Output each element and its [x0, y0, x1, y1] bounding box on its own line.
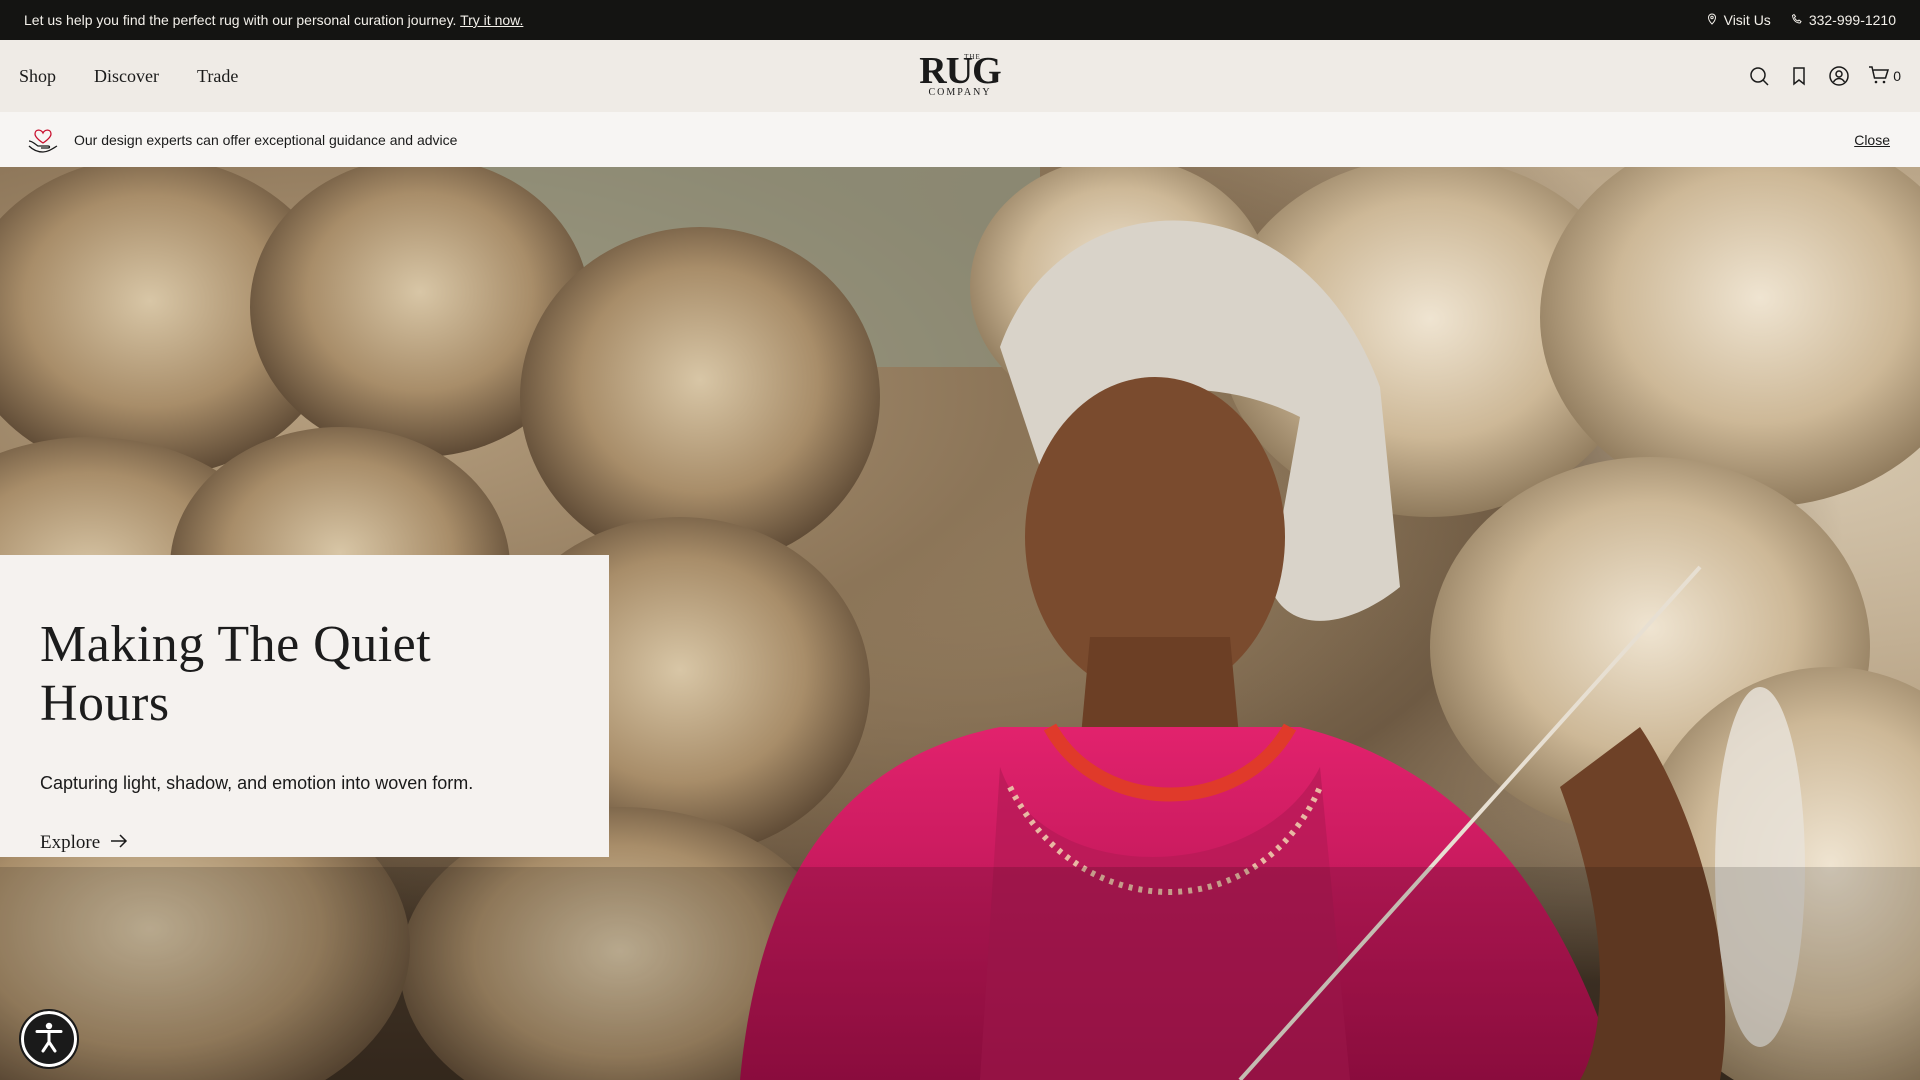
header-actions: 0 — [1748, 64, 1901, 89]
hero-card: Making The Quiet Hours Capturing light, … — [0, 555, 609, 857]
hero-subtitle: Capturing light, shadow, and emotion int… — [40, 773, 474, 793]
main-header: Shop Discover Trade THE RUG COMPANY 0 — [0, 40, 1920, 112]
accessibility-button[interactable] — [19, 1009, 79, 1069]
explore-label: Explore — [40, 832, 101, 853]
logo-the: THE — [964, 53, 981, 61]
advice-text: Our design experts can offer exceptional… — [74, 131, 458, 148]
phone-icon — [1791, 12, 1803, 28]
accessibility-icon — [31, 1019, 67, 1060]
advice-banner: Our design experts can offer exceptional… — [0, 112, 1920, 167]
heart-hand-icon — [26, 121, 60, 158]
location-pin-icon — [1706, 12, 1718, 28]
phone-link[interactable]: 332-999-1210 — [1791, 12, 1896, 28]
announcement-bar: Let us help you find the perfect rug wit… — [0, 0, 1920, 40]
nav-item-discover[interactable]: Discover — [94, 66, 159, 87]
close-advice-button[interactable]: Close — [1854, 132, 1890, 148]
announcement-message: Let us help you find the perfect rug wit… — [24, 12, 523, 28]
hero-title: Making The Quiet Hours — [40, 616, 432, 732]
search-icon[interactable] — [1748, 65, 1770, 87]
logo-rug: RUG — [919, 50, 1001, 92]
cart-button[interactable]: 0 — [1868, 64, 1901, 89]
cart-count: 0 — [1893, 68, 1901, 84]
visit-us-label: Visit Us — [1723, 12, 1771, 28]
arrow-right-icon — [110, 832, 128, 854]
logo-company: COMPANY — [928, 87, 992, 98]
site-logo[interactable]: THE RUG COMPANY — [919, 50, 1001, 98]
account-icon[interactable] — [1828, 65, 1850, 87]
announcement-text: Let us help you find the perfect rug wit… — [24, 12, 457, 28]
visit-us-link[interactable]: Visit Us — [1706, 12, 1771, 28]
phone-number: 332-999-1210 — [1808, 12, 1896, 28]
nav-item-shop[interactable]: Shop — [19, 66, 56, 87]
nav-item-trade[interactable]: Trade — [197, 66, 238, 87]
hero-section: Making The Quiet Hours Capturing light, … — [0, 167, 1920, 1080]
explore-link[interactable]: Explore — [40, 832, 569, 854]
cart-icon — [1868, 64, 1890, 89]
advice-content: Our design experts can offer exceptional… — [26, 121, 457, 158]
topbar-utilities: Visit Us 332-999-1210 — [1706, 12, 1896, 28]
try-it-now-link[interactable]: Try it now. — [460, 12, 523, 28]
main-nav: Shop Discover Trade — [19, 66, 238, 87]
bookmark-icon[interactable] — [1788, 65, 1810, 87]
